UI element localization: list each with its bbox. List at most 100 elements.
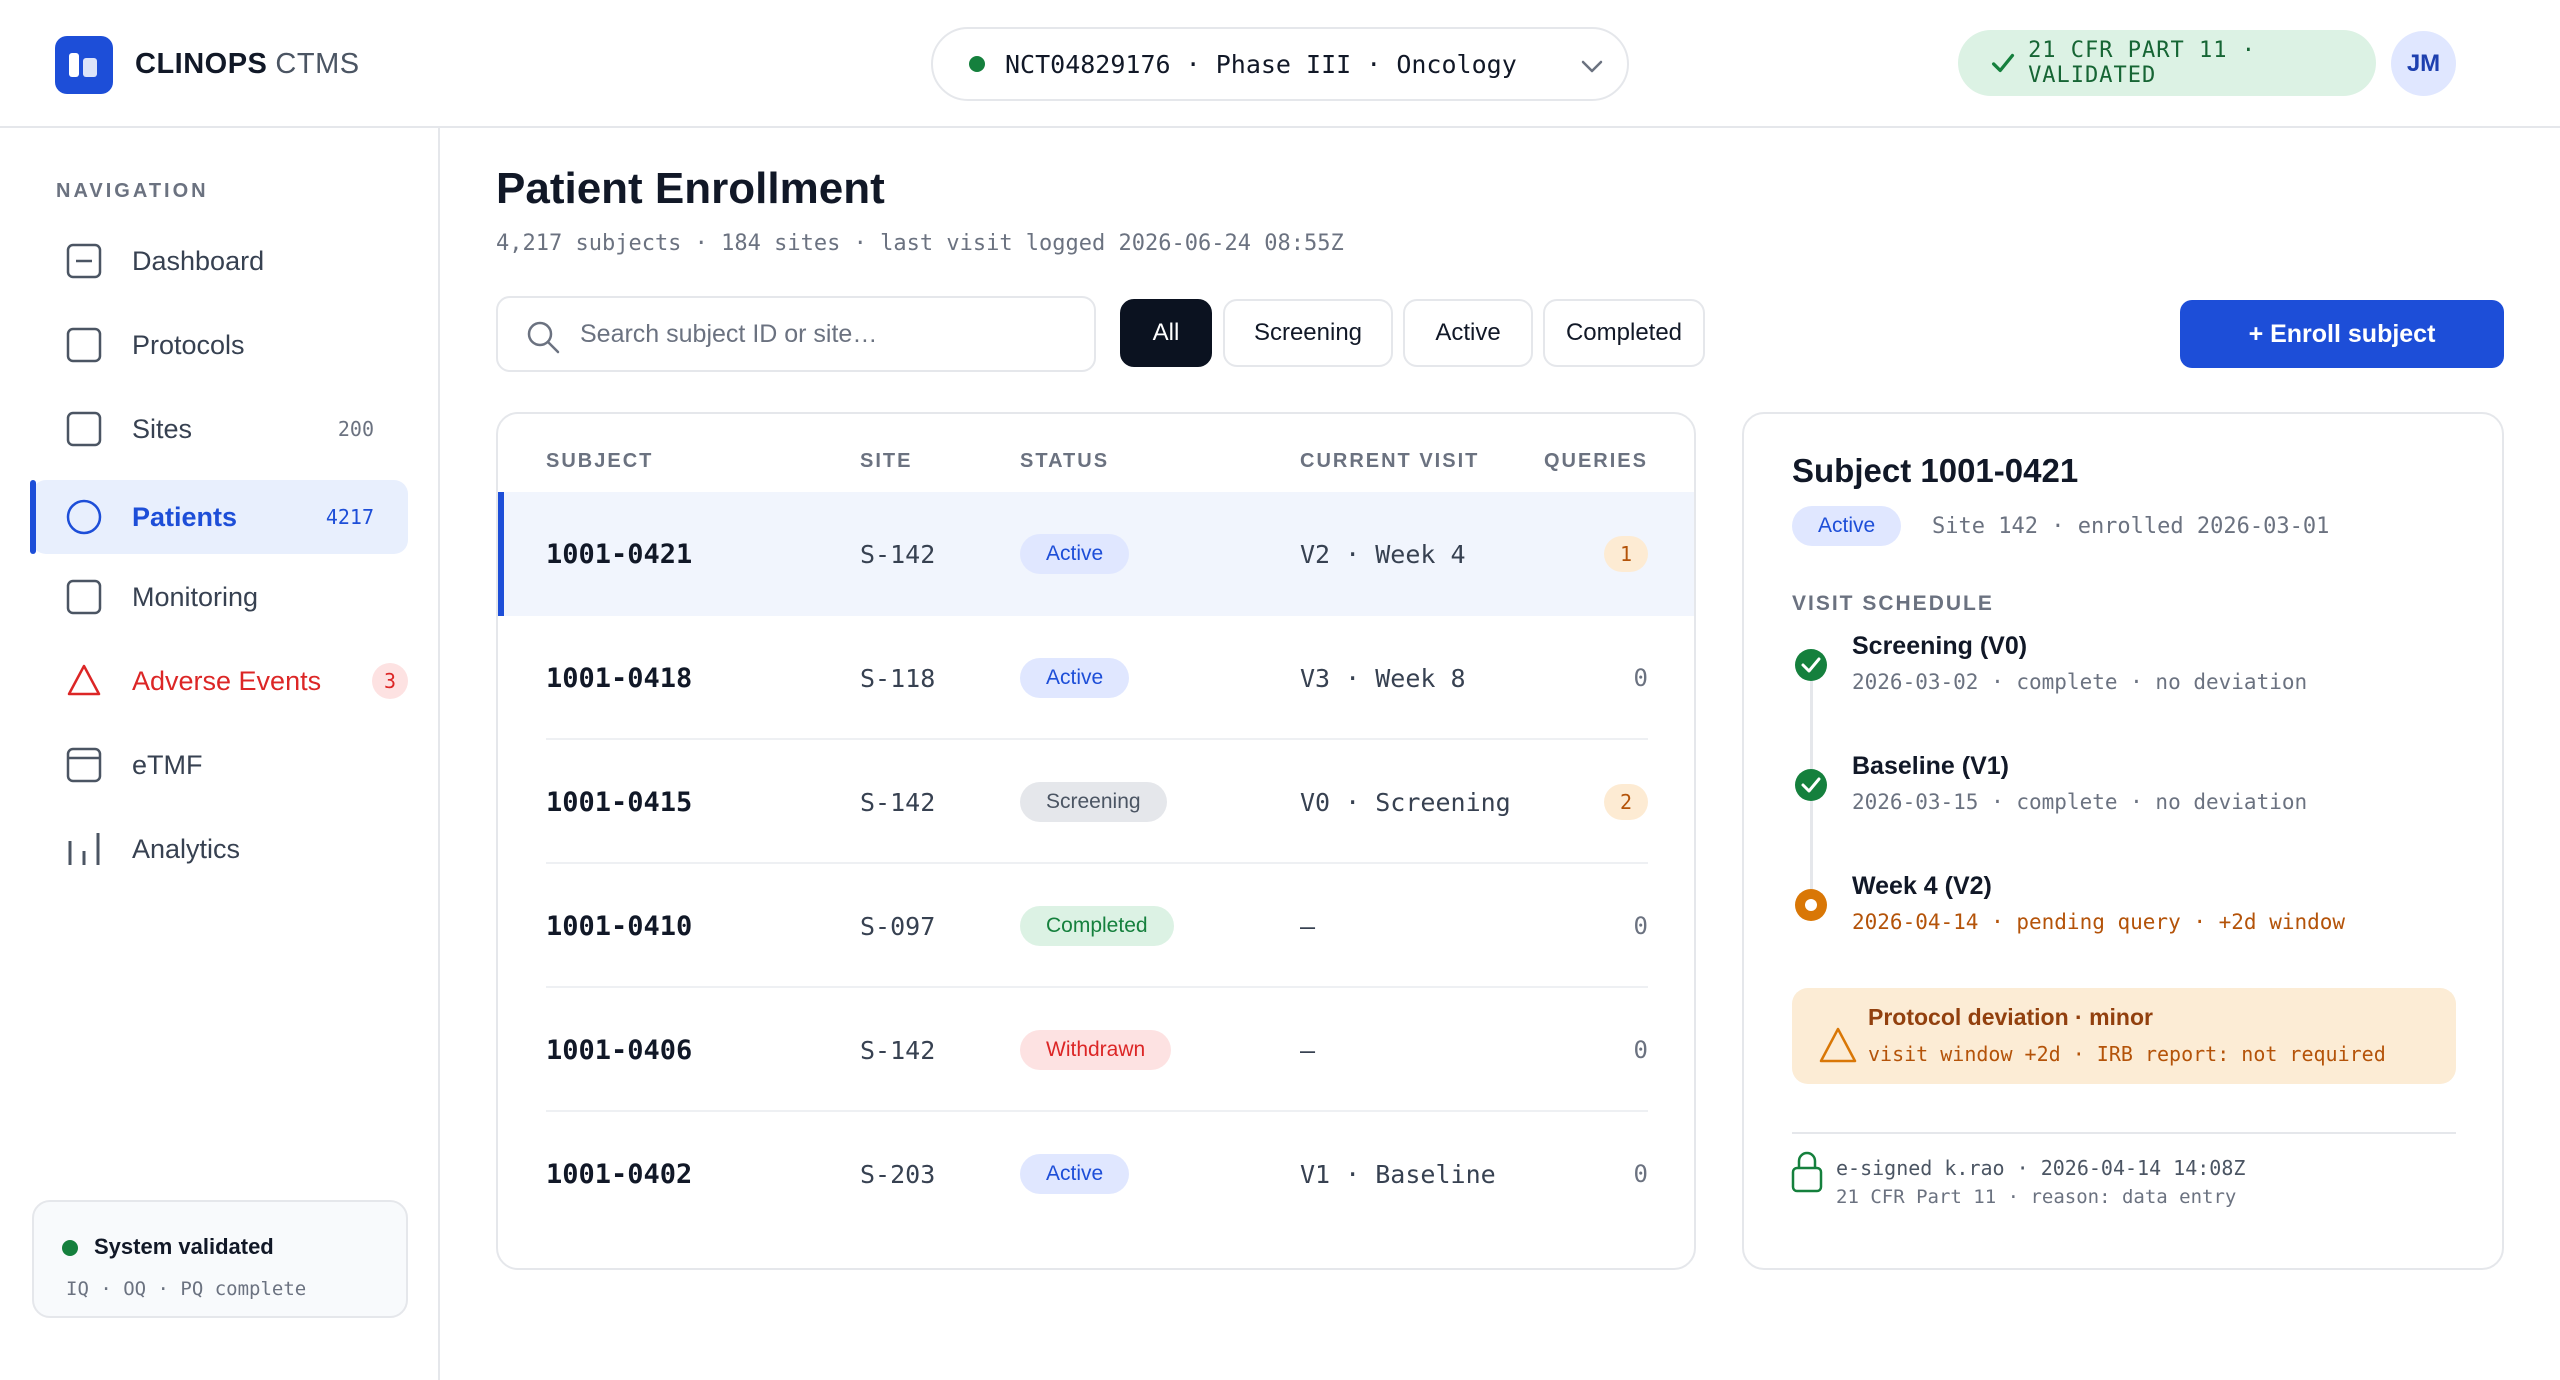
table-row[interactable]: 1001-0402 S-203 Active V1 · Baseline 0 [498, 1112, 1694, 1236]
current-visit: — [1300, 1035, 1316, 1065]
filter-screening[interactable]: Screening [1223, 299, 1393, 367]
subject-id: 1001-0421 [546, 538, 693, 570]
site-id: S-203 [860, 1159, 936, 1189]
check-circle-icon [1795, 649, 1827, 681]
status-badge: Active [1792, 506, 1902, 546]
query-count-badge[interactable]: 2 [1604, 784, 1648, 820]
system-status-card: System validated IQ · OQ · PQ complete [32, 1200, 408, 1318]
subject-id: 1001-0415 [546, 786, 693, 818]
sidebar-item-label: Adverse Events [132, 665, 322, 696]
status-badge: Active [1020, 1154, 1130, 1194]
filter-all[interactable]: All [1120, 299, 1212, 367]
sidebar-item-label: Monitoring [132, 581, 259, 612]
sidebar-item-adverse-events[interactable]: Adverse Events 3 [32, 644, 408, 718]
subject-id: 1001-0418 [546, 662, 693, 694]
visit-title: Baseline (V1) [1852, 752, 2010, 780]
subject-id: 1001-0406 [546, 1034, 693, 1066]
enroll-subject-button[interactable]: + Enroll subject [2180, 300, 2504, 368]
sidebar-item-label: Patients [132, 501, 238, 532]
compliance-label: 21 CFR PART 11 · VALIDATED [2028, 38, 2256, 88]
adverse-events-badge: 3 [372, 663, 408, 699]
visit-meta: 2026-04-14 · pending query · +2d window [1852, 910, 2346, 934]
search-field[interactable] [496, 296, 1096, 372]
filter-active[interactable]: Active [1403, 299, 1533, 367]
status-badge: Screening [1020, 782, 1167, 822]
chevron-down-icon [1581, 60, 1603, 73]
site-id: S-118 [860, 663, 936, 693]
system-status-dot [62, 1240, 78, 1256]
table-row[interactable]: 1001-0415 S-142 Screening V0 · Screening… [498, 740, 1694, 864]
queries-cell: 2 [1604, 740, 1648, 864]
status-cell: Screening [1020, 740, 1167, 864]
subject-status: Active [1792, 506, 1902, 546]
column-header-current-visit[interactable]: CURRENT VISIT [1300, 450, 1479, 473]
brand-name: CLINOPS CTMS [135, 48, 360, 81]
deviation-subtitle: visit window +2d · IRB report: not requi… [1868, 1042, 2386, 1066]
analytics-icon [68, 833, 100, 865]
sidebar-item-dashboard[interactable]: Dashboard [32, 224, 408, 298]
sidebar-item-patients[interactable]: Patients 4217 [30, 480, 408, 554]
e-signature: e-signed k.rao · 2026-04-14 14:08Z [1836, 1156, 2246, 1180]
pending-circle-icon [1795, 889, 1827, 921]
sidebar-item-sites[interactable]: Sites 200 [32, 392, 408, 466]
warning-triangle-icon [1819, 1027, 1857, 1063]
status-badge: Active [1020, 658, 1130, 698]
table-row[interactable]: 1001-0410 S-097 Completed — 0 [498, 864, 1694, 988]
search-input[interactable] [580, 314, 1080, 354]
protocol-deviation-alert[interactable]: Protocol deviation · minor visit window … [1792, 988, 2456, 1084]
current-visit: V1 · Baseline [1300, 1159, 1496, 1189]
status-badge: Active [1020, 534, 1130, 574]
column-header-subject[interactable]: SUBJECT [546, 450, 653, 473]
visit-meta: 2026-03-15 · complete · no deviation [1852, 790, 2308, 814]
e-signature-reason: 21 CFR Part 11 · reason: data entry [1836, 1186, 2237, 1208]
query-count-badge[interactable]: 1 [1604, 536, 1648, 572]
site-id: S-142 [860, 539, 936, 569]
visit-title: Week 4 (V2) [1852, 872, 1992, 900]
sidebar-item-count: 200 [337, 417, 374, 441]
column-header-status[interactable]: STATUS [1020, 450, 1109, 473]
sidebar-item-monitoring[interactable]: Monitoring [32, 560, 408, 634]
visit-title: Screening (V0) [1852, 632, 2028, 660]
app-logo[interactable] [55, 36, 113, 94]
sidebar-item-label: eTMF [132, 749, 203, 780]
table-row[interactable]: 1001-0421 S-142 Active V2 · Week 4 1 [498, 492, 1694, 616]
check-icon [1991, 53, 2015, 73]
column-header-site[interactable]: SITE [860, 450, 912, 473]
monitoring-icon [66, 579, 102, 615]
subject-meta: Site 142 · enrolled 2026-03-01 [1932, 514, 2330, 539]
query-count: 0 [1633, 1160, 1648, 1188]
brand-product: CTMS [275, 48, 360, 80]
sites-icon [66, 411, 102, 447]
user-avatar[interactable]: JM [2391, 31, 2456, 96]
sidebar-item-etmf[interactable]: eTMF [32, 728, 408, 802]
query-count: 0 [1633, 664, 1648, 692]
patients-icon [66, 499, 102, 535]
table-row[interactable]: 1001-0418 S-118 Active V3 · Week 8 0 [498, 616, 1694, 740]
sidebar-item-label: Analytics [132, 833, 241, 864]
current-visit: V2 · Week 4 [1300, 539, 1466, 569]
sidebar-item-label: Sites [132, 413, 193, 444]
visit-meta: 2026-03-02 · complete · no deviation [1852, 670, 2308, 694]
subject-detail-title: Subject 1001-0421 [1792, 452, 2079, 489]
status-cell: Withdrawn [1020, 988, 1172, 1112]
column-header-queries[interactable]: QUERIES [1544, 450, 1648, 473]
sidebar-item-protocols[interactable]: Protocols [32, 308, 408, 382]
site-id: S-142 [860, 1035, 936, 1065]
subject-id: 1001-0410 [546, 910, 693, 942]
visit-schedule-heading: VISIT SCHEDULE [1792, 592, 1994, 615]
study-status-dot [969, 56, 985, 72]
system-status-subtitle: IQ · OQ · PQ complete [66, 1278, 307, 1300]
compliance-badge: 21 CFR PART 11 · VALIDATED [1958, 30, 2376, 96]
sidebar-item-analytics[interactable]: Analytics [32, 812, 408, 886]
warning-triangle-icon [67, 664, 101, 696]
current-visit: V0 · Screening [1300, 787, 1511, 817]
table-row[interactable]: 1001-0406 S-142 Withdrawn — 0 [498, 988, 1694, 1112]
study-selector[interactable]: NCT04829176 · Phase III · Oncology [931, 27, 1629, 101]
filter-completed[interactable]: Completed [1543, 299, 1705, 367]
page-title: Patient Enrollment [496, 164, 885, 213]
current-visit: V3 · Week 8 [1300, 663, 1466, 693]
sidebar-item-label: Dashboard [132, 245, 265, 276]
sidebar-item-label: Protocols [132, 329, 245, 360]
status-cell: Active [1020, 616, 1130, 740]
query-count: 0 [1633, 912, 1648, 940]
